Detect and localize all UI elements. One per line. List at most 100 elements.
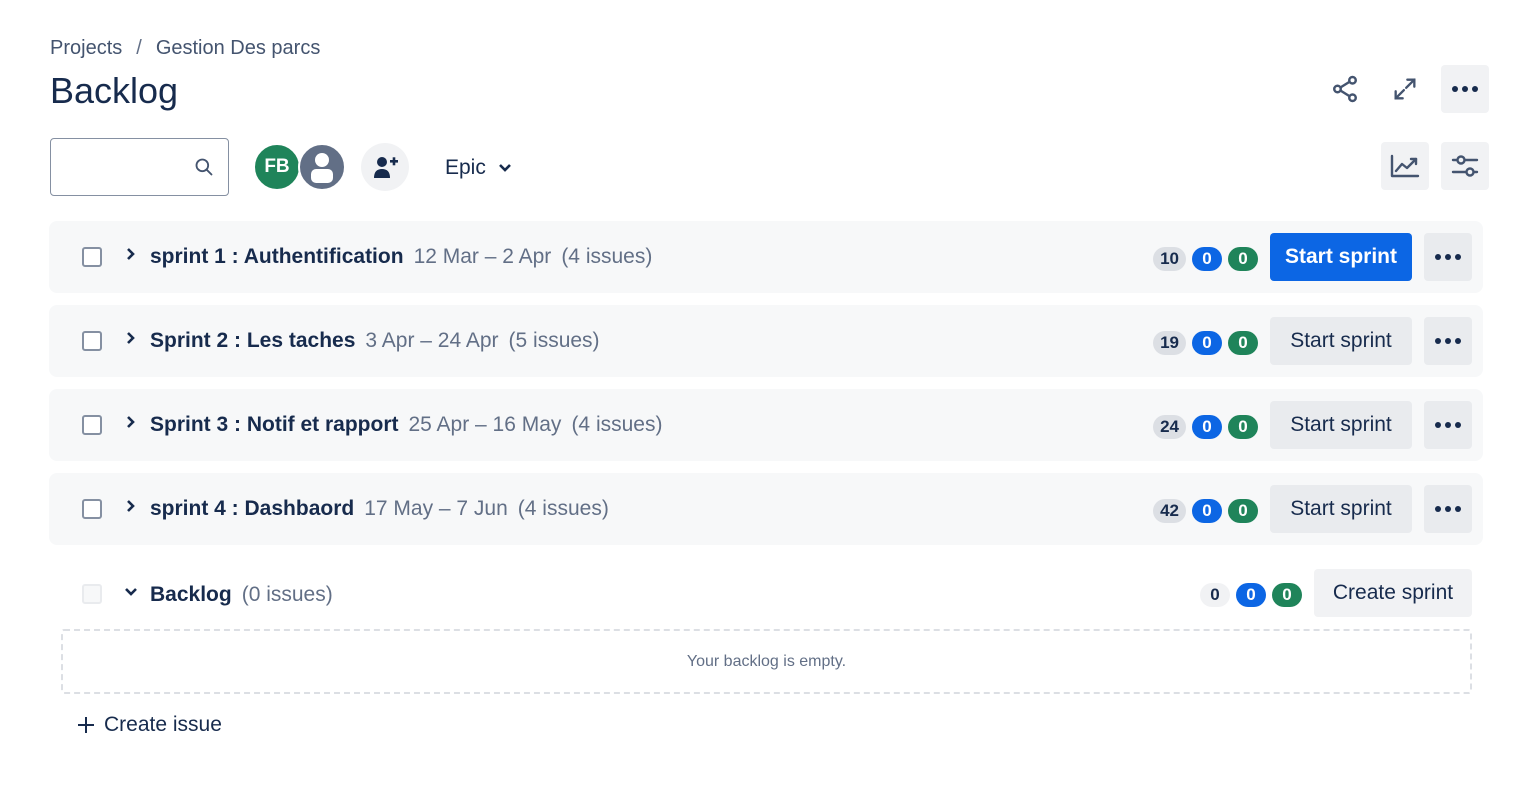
chevron-right-icon[interactable] (125, 414, 137, 430)
share-icon (1333, 75, 1357, 103)
sprint-status-counts: 10 0 0 (1153, 247, 1258, 271)
sprint-row: sprint 4 : Dashbaord 17 May – 7 Jun (4 iss… (49, 473, 1483, 545)
sprint-more-button[interactable] (1424, 485, 1472, 533)
sprint-row: sprint 1 : Authentification 12 Mar – 2 Ap… (49, 221, 1483, 293)
sprint-title: sprint 4 : Dashbaord (150, 497, 355, 520)
done-count-badge: 0 (1228, 331, 1258, 355)
page-title: Backlog (50, 70, 179, 111)
sprint-more-button[interactable] (1424, 233, 1472, 281)
done-count-badge: 0 (1228, 499, 1258, 523)
add-people-button[interactable] (361, 143, 409, 191)
sprint-row: Sprint 3 : Notif et rapport 25 Apr – 16 M… (49, 389, 1483, 461)
backlog-issue-count: (0 issues) (241, 583, 333, 606)
backlog-checkbox (82, 584, 102, 604)
sprint-more-button[interactable] (1424, 401, 1472, 449)
epic-filter-label: Epic (445, 156, 486, 179)
chevron-right-icon[interactable] (125, 498, 137, 514)
avatar-initials: FB (264, 156, 290, 177)
sprint-name[interactable]: Sprint 2 : Les taches 3 Apr – 24 Apr (5 is… (150, 329, 600, 353)
backlog-name[interactable]: Backlog (0 issues) (150, 583, 333, 607)
add-person-icon (374, 157, 398, 178)
breadcrumb: Projects / Gestion Des parcs (50, 37, 320, 60)
todo-count-badge: 10 (1153, 247, 1186, 271)
done-count-badge: 0 (1228, 247, 1258, 271)
insights-icon (1390, 154, 1420, 178)
sprint-checkbox[interactable] (82, 247, 102, 267)
create-issue-label: Create issue (104, 713, 222, 736)
in-progress-count-badge: 0 (1236, 583, 1266, 607)
more-icon (1452, 86, 1478, 92)
backlog-status-counts: 0 0 0 (1200, 583, 1302, 607)
sprint-issue-count: (4 issues) (517, 497, 609, 520)
view-settings-icon (1451, 155, 1479, 177)
sprint-name[interactable]: sprint 4 : Dashbaord 17 May – 7 Jun (4 iss… (150, 497, 609, 521)
more-icon (1435, 338, 1461, 344)
sprint-issue-count: (4 issues) (561, 245, 653, 268)
sprint-status-counts: 19 0 0 (1153, 331, 1258, 355)
backlog-empty-dropzone: Your backlog is empty. (61, 629, 1472, 694)
search-input[interactable] (50, 138, 229, 196)
backlog-header: Backlog (0 issues) 0 0 0 Create sprint (49, 560, 1483, 628)
sprint-status-counts: 42 0 0 (1153, 499, 1258, 523)
done-count-badge: 0 (1272, 583, 1302, 607)
chevron-down-icon (498, 164, 511, 172)
in-progress-count-badge: 0 (1192, 499, 1222, 523)
backlog-toolbar: FB Epic (50, 138, 1489, 198)
sprint-dates: 17 May – 7 Jun (364, 497, 508, 520)
user-icon (311, 153, 333, 183)
avatar-unassigned[interactable] (298, 143, 346, 191)
in-progress-count-badge: 0 (1192, 247, 1222, 271)
more-icon (1435, 506, 1461, 512)
breadcrumb-projects[interactable]: Projects (50, 37, 122, 60)
backlog-title: Backlog (150, 583, 232, 606)
more-icon (1435, 422, 1461, 428)
todo-count-badge: 42 (1153, 499, 1186, 523)
sprint-checkbox[interactable] (82, 331, 102, 351)
sprint-name[interactable]: sprint 1 : Authentification 12 Mar – 2 Ap… (150, 245, 652, 269)
sprint-dates: 3 Apr – 24 Apr (365, 329, 499, 352)
sprint-dates: 25 Apr – 16 May (408, 413, 562, 436)
share-button[interactable] (1321, 65, 1369, 113)
epic-filter-dropdown[interactable]: Epic (445, 156, 512, 180)
sprint-issue-count: (5 issues) (508, 329, 600, 352)
start-sprint-button[interactable]: Start sprint (1270, 485, 1412, 533)
view-settings-button[interactable] (1441, 142, 1489, 190)
start-sprint-button[interactable]: Start sprint (1270, 317, 1412, 365)
sprint-name[interactable]: Sprint 3 : Notif et rapport 25 Apr – 16 M… (150, 413, 662, 437)
in-progress-count-badge: 0 (1192, 331, 1222, 355)
done-count-badge: 0 (1228, 415, 1258, 439)
start-sprint-button[interactable]: Start sprint (1270, 233, 1412, 281)
sprint-checkbox[interactable] (82, 499, 102, 519)
more-actions-button[interactable] (1441, 65, 1489, 113)
create-sprint-button[interactable]: Create sprint (1314, 569, 1472, 617)
insights-button[interactable] (1381, 142, 1429, 190)
sprint-status-counts: 24 0 0 (1153, 415, 1258, 439)
todo-count-badge: 19 (1153, 331, 1186, 355)
sprint-dates: 12 Mar – 2 Apr (413, 245, 552, 268)
empty-backlog-message: Your backlog is empty. (686, 652, 847, 670)
create-issue-button[interactable]: Create issue (76, 713, 222, 737)
toolbar-right-actions (1381, 142, 1489, 190)
plus-icon (78, 717, 94, 733)
chevron-right-icon[interactable] (125, 246, 137, 262)
sprint-issue-count: (4 issues) (571, 413, 663, 436)
breadcrumb-separator: / (136, 37, 142, 59)
expand-icon (1394, 78, 1416, 100)
fullscreen-button[interactable] (1381, 65, 1429, 113)
sprint-title: Sprint 3 : Notif et rapport (150, 413, 399, 436)
sprint-checkbox[interactable] (82, 415, 102, 435)
todo-count-badge: 0 (1200, 583, 1230, 607)
chevron-down-icon[interactable] (123, 586, 139, 598)
todo-count-badge: 24 (1153, 415, 1186, 439)
avatar-fb[interactable]: FB (253, 143, 301, 191)
sprint-title: sprint 1 : Authentification (150, 245, 404, 268)
sprint-more-button[interactable] (1424, 317, 1472, 365)
breadcrumb-project[interactable]: Gestion Des parcs (156, 37, 321, 60)
search-icon (195, 158, 213, 176)
more-icon (1435, 254, 1461, 260)
start-sprint-button[interactable]: Start sprint (1270, 401, 1412, 449)
sprint-row: Sprint 2 : Les taches 3 Apr – 24 Apr (5 is… (49, 305, 1483, 377)
sprint-title: Sprint 2 : Les taches (150, 329, 356, 352)
chevron-right-icon[interactable] (125, 330, 137, 346)
in-progress-count-badge: 0 (1192, 415, 1222, 439)
